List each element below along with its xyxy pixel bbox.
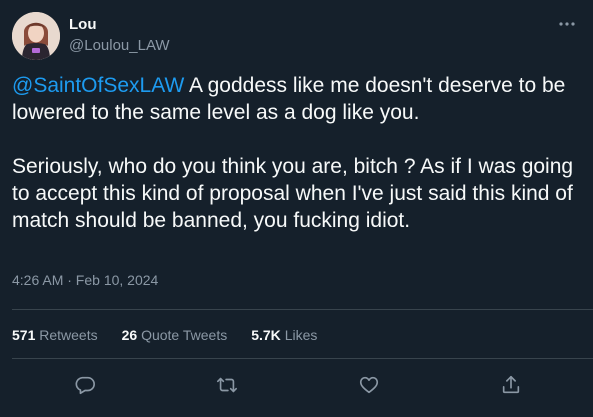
divider <box>12 309 593 310</box>
tweet-paragraph-2: Seriously, who do you think you are, bit… <box>12 155 574 232</box>
divider <box>12 358 593 359</box>
mention-link[interactable]: @SaintOfSexLAW <box>12 74 184 97</box>
avatar[interactable] <box>12 12 60 60</box>
retweets-label: Retweets <box>39 327 98 343</box>
quote-tweets-count: 26 <box>121 327 138 343</box>
likes-stat[interactable]: 5.7K Likes <box>251 325 317 345</box>
tweet: Lou @Loulou_LAW @SaintOfSexLAW A goddess… <box>0 0 593 417</box>
quote-tweets-stat[interactable]: 26 Quote Tweets <box>122 325 228 345</box>
retweet-icon[interactable] <box>212 370 242 400</box>
more-icon[interactable] <box>557 14 577 34</box>
retweets-count: 571 <box>12 327 36 343</box>
share-icon[interactable] <box>496 370 526 400</box>
tweet-paragraph-1: @SaintOfSexLAW A goddess like me doesn't… <box>12 72 582 126</box>
handle[interactable]: @Loulou_LAW <box>69 36 170 56</box>
likes-label: Likes <box>284 327 318 343</box>
display-name[interactable]: Lou <box>69 15 170 35</box>
likes-count: 5.7K <box>251 327 281 343</box>
tweet-timestamp[interactable]: 4:26 AM · Feb 10, 2024 <box>12 270 158 290</box>
action-bar <box>12 370 593 400</box>
retweets-stat[interactable]: 571 Retweets <box>12 325 98 345</box>
tweet-text: @SaintOfSexLAW A goddess like me doesn't… <box>12 72 582 234</box>
tweet-stats: 571 Retweets 26 Quote Tweets 5.7K Likes <box>12 325 317 345</box>
tweet-header: Lou @Loulou_LAW <box>12 12 577 64</box>
like-icon[interactable] <box>354 370 384 400</box>
author-names: Lou @Loulou_LAW <box>69 15 170 56</box>
quote-tweets-label: Quote Tweets <box>141 327 228 343</box>
reply-icon[interactable] <box>70 370 100 400</box>
